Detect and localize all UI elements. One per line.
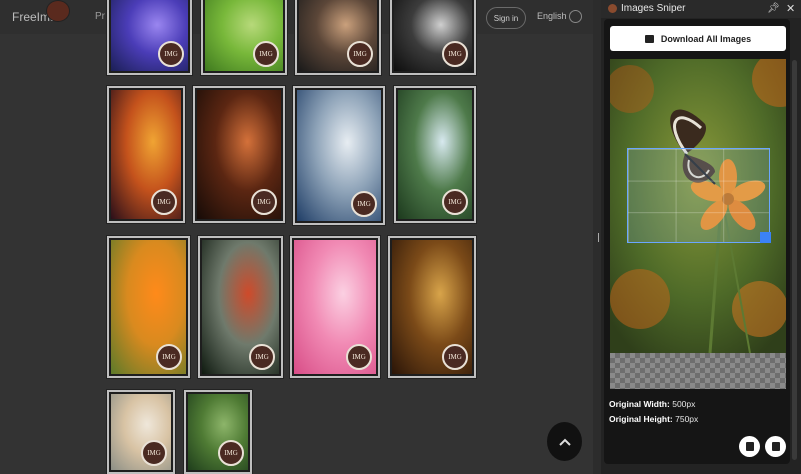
gallery-image: IMG	[392, 240, 472, 374]
globe-icon[interactable]	[569, 10, 582, 23]
close-icon[interactable]: ✕	[786, 2, 795, 15]
gallery-image-card[interactable]: IMG	[290, 236, 380, 378]
gallery-image-card[interactable]: IMG	[293, 86, 385, 225]
original-width-label: Original Width:	[609, 399, 670, 409]
extension-logo-icon	[608, 4, 617, 13]
panel-scrollbar[interactable]	[792, 60, 797, 460]
gallery-image-card[interactable]: IMG	[198, 236, 283, 378]
panel-body: Download All Images Original Width: 500p…	[604, 19, 790, 464]
folder-save-icon	[771, 442, 780, 451]
image-badge-icon[interactable]: IMG	[249, 344, 275, 370]
image-badge-icon[interactable]: IMG	[156, 344, 182, 370]
gallery-image: IMG	[197, 90, 281, 219]
gallery-image-card[interactable]: IMG	[390, 0, 476, 75]
scroll-to-top-button[interactable]	[547, 422, 582, 461]
image-badge-icon[interactable]: IMG	[158, 41, 184, 67]
original-width-row: Original Width: 500px	[609, 399, 695, 409]
nav-item[interactable]: Pr	[95, 11, 105, 22]
gallery-image: IMG	[294, 240, 376, 374]
chevron-up-icon	[558, 438, 571, 446]
gallery-image-card[interactable]: IMG	[394, 86, 476, 223]
trash-icon	[745, 442, 754, 451]
gallery-image: IMG	[205, 0, 283, 71]
image-badge-icon[interactable]: IMG	[351, 191, 377, 217]
crop-resize-handle[interactable]	[760, 232, 771, 243]
panel-splitter[interactable]	[593, 0, 602, 474]
gallery-image: IMG	[398, 90, 472, 219]
gallery-image: IMG	[202, 240, 279, 374]
gallery-image-card[interactable]: IMG	[184, 390, 252, 474]
gallery-image: IMG	[111, 90, 181, 219]
gallery-image-card[interactable]: IMG	[107, 0, 192, 75]
image-badge-icon[interactable]: IMG	[442, 41, 468, 67]
sign-in-button[interactable]: Sign in	[486, 7, 526, 29]
gallery-image-card[interactable]: IMG	[388, 236, 476, 378]
image-badge-icon[interactable]: IMG	[346, 344, 372, 370]
gallery-image: IMG	[111, 240, 186, 374]
gallery-image: IMG	[299, 0, 377, 71]
image-badge-icon[interactable]: IMG	[218, 440, 244, 466]
download-folder-icon	[644, 34, 654, 43]
gallery-image: IMG	[394, 0, 472, 71]
image-badge-icon[interactable]: IMG	[442, 189, 468, 215]
image-preview[interactable]	[610, 59, 786, 389]
image-badge-icon[interactable]: IMG	[141, 440, 167, 466]
image-badge-icon[interactable]: IMG	[253, 41, 279, 67]
image-badge-icon[interactable]: IMG	[251, 189, 277, 215]
gallery-image: IMG	[297, 90, 381, 221]
delete-button[interactable]	[739, 436, 760, 457]
original-width-value: 500px	[672, 399, 696, 409]
original-height-label: Original Height:	[609, 414, 673, 424]
gallery-image-card[interactable]: IMG	[193, 86, 285, 223]
image-badge-icon[interactable]: IMG	[442, 344, 468, 370]
original-height-value: 750px	[675, 414, 699, 424]
gallery-image-card[interactable]: IMG	[107, 236, 190, 378]
pin-icon[interactable]: 📌︎	[767, 3, 780, 14]
gallery-image-card[interactable]: IMG	[295, 0, 381, 75]
images-sniper-panel: Images Sniper 📌︎ ✕ Download All Images O…	[601, 0, 801, 474]
save-to-folder-button[interactable]	[765, 436, 786, 457]
download-all-label: Download All Images	[660, 33, 752, 44]
transparency-area	[610, 353, 786, 389]
gallery-image-card[interactable]: IMG	[107, 86, 185, 223]
panel-title: Images Sniper	[621, 3, 686, 14]
gallery-image: IMG	[111, 0, 188, 71]
gallery-image-card[interactable]: IMG	[107, 390, 175, 474]
image-badge-icon[interactable]: IMG	[151, 189, 177, 215]
crop-selection[interactable]	[627, 148, 770, 243]
image-badge-icon[interactable]: IMG	[347, 41, 373, 67]
webpage: FreeIma Pr Sign in English IMG IMG IMG IMG I…	[0, 0, 593, 474]
site-logo-icon[interactable]	[46, 0, 70, 22]
original-height-row: Original Height: 750px	[609, 414, 698, 424]
gallery-image: IMG	[188, 394, 248, 470]
gallery-image: IMG	[111, 394, 171, 470]
language-selector[interactable]: English	[537, 11, 567, 21]
gallery-image-card[interactable]: IMG	[201, 0, 287, 75]
download-all-button[interactable]: Download All Images	[610, 26, 786, 51]
panel-header: Images Sniper 📌︎ ✕	[601, 0, 801, 18]
